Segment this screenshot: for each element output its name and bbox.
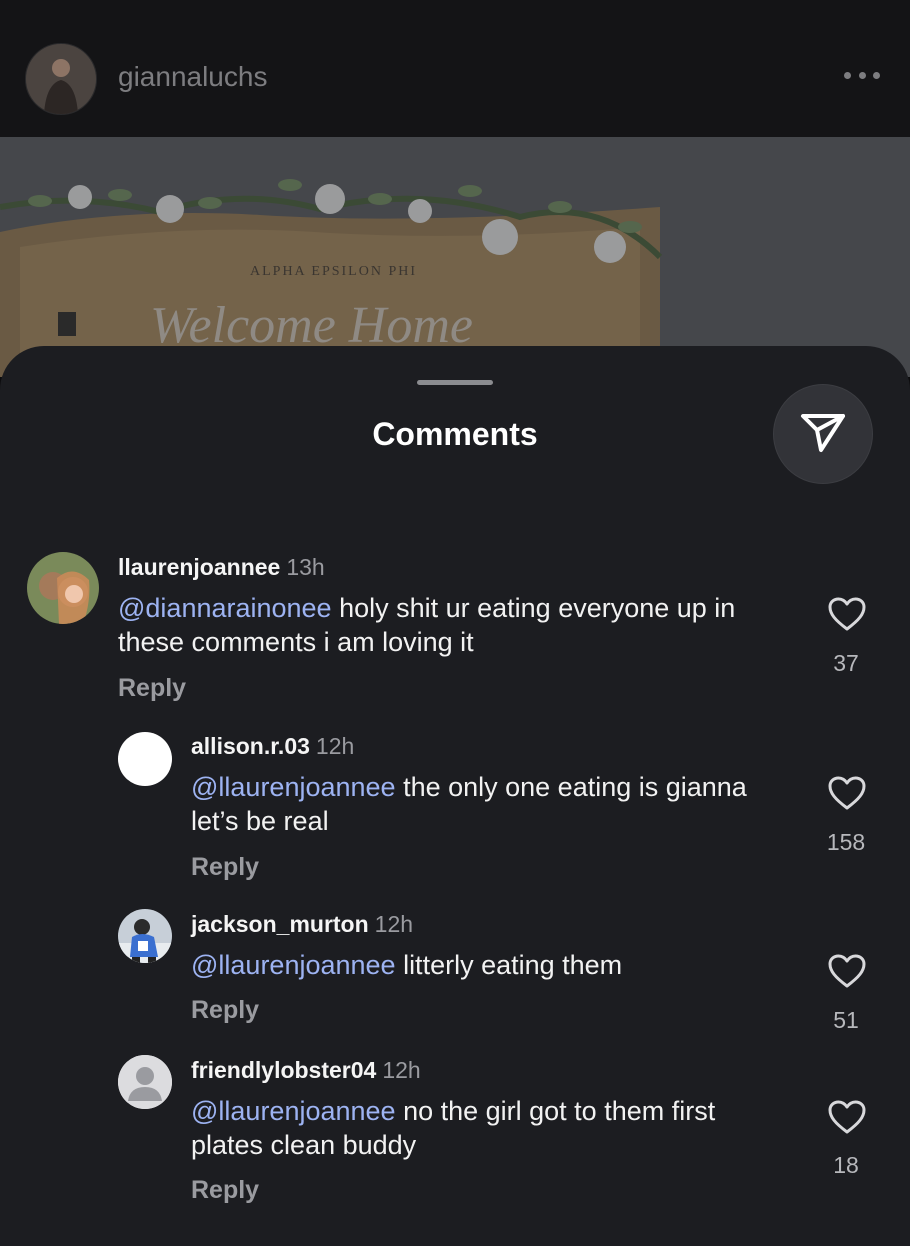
reply-button[interactable]: Reply	[191, 996, 259, 1025]
comment-username[interactable]: llaurenjoannee	[118, 554, 280, 580]
comment-header: friendlylobster04 12h	[191, 1057, 421, 1084]
comment-mention[interactable]: @llaurenjoannee	[191, 950, 396, 980]
reply-button[interactable]: Reply	[191, 853, 259, 882]
comment-text: @llaurenjoannee the only one eating is g…	[191, 770, 751, 838]
comment-timestamp: 12h	[315, 733, 355, 759]
send-icon	[797, 408, 849, 461]
comment-username[interactable]: jackson_murton	[191, 911, 369, 937]
comment-text: @diannarainonee holy shit ur eating ever…	[118, 591, 768, 659]
comment-header: allison.r.03 12h	[191, 733, 354, 760]
comment-mention[interactable]: @llaurenjoannee	[191, 772, 396, 802]
like-count: 18	[833, 1152, 859, 1178]
more-horizontal-icon[interactable]	[844, 72, 880, 80]
comment-timestamp: 12h	[382, 1057, 421, 1083]
comment-mention[interactable]: @diannarainonee	[118, 593, 332, 623]
post-header: giannaluchs	[0, 0, 910, 137]
like-count: 158	[826, 829, 866, 855]
heart-icon[interactable]	[827, 775, 867, 811]
post-image-org-text: ALPHA EPSILON PHI	[250, 264, 417, 279]
like-count: 51	[833, 1007, 859, 1033]
comments-sheet: Comments llaurenjoannee 13h @diannarainon…	[0, 346, 910, 1246]
comment-body: litterly eating them	[395, 950, 623, 980]
like-count: 37	[833, 650, 859, 676]
post-author-avatar[interactable]	[25, 43, 97, 115]
comment-header: llaurenjoannee 13h	[118, 554, 325, 581]
avatar[interactable]	[27, 552, 99, 624]
post-image: ALPHA EPSILON PHI Welcome Home	[0, 137, 910, 377]
avatar[interactable]	[118, 1055, 172, 1109]
drag-handle[interactable]	[417, 380, 493, 385]
comment-mention[interactable]: @llaurenjoannee	[191, 1096, 396, 1126]
heart-icon[interactable]	[827, 953, 867, 989]
comment-text: @llaurenjoannee litterly eating them	[191, 948, 751, 982]
share-button[interactable]	[774, 385, 872, 483]
reply-button[interactable]: Reply	[191, 1176, 259, 1205]
avatar[interactable]	[118, 732, 172, 786]
comment-header: jackson_murton 12h	[191, 911, 413, 938]
comment-text: @llaurenjoannee no the girl got to them …	[191, 1094, 751, 1162]
comment-timestamp: 12h	[374, 911, 414, 937]
comment-username[interactable]: friendlylobster04	[191, 1057, 376, 1083]
avatar[interactable]	[118, 909, 172, 963]
reply-button[interactable]: Reply	[118, 674, 186, 703]
default-person-icon	[118, 1055, 172, 1109]
post-author-username[interactable]: giannaluchs	[118, 61, 267, 93]
heart-icon[interactable]	[827, 1099, 867, 1135]
comment-timestamp: 13h	[286, 554, 325, 580]
comment-username[interactable]: allison.r.03	[191, 733, 310, 759]
heart-icon[interactable]	[827, 596, 867, 632]
